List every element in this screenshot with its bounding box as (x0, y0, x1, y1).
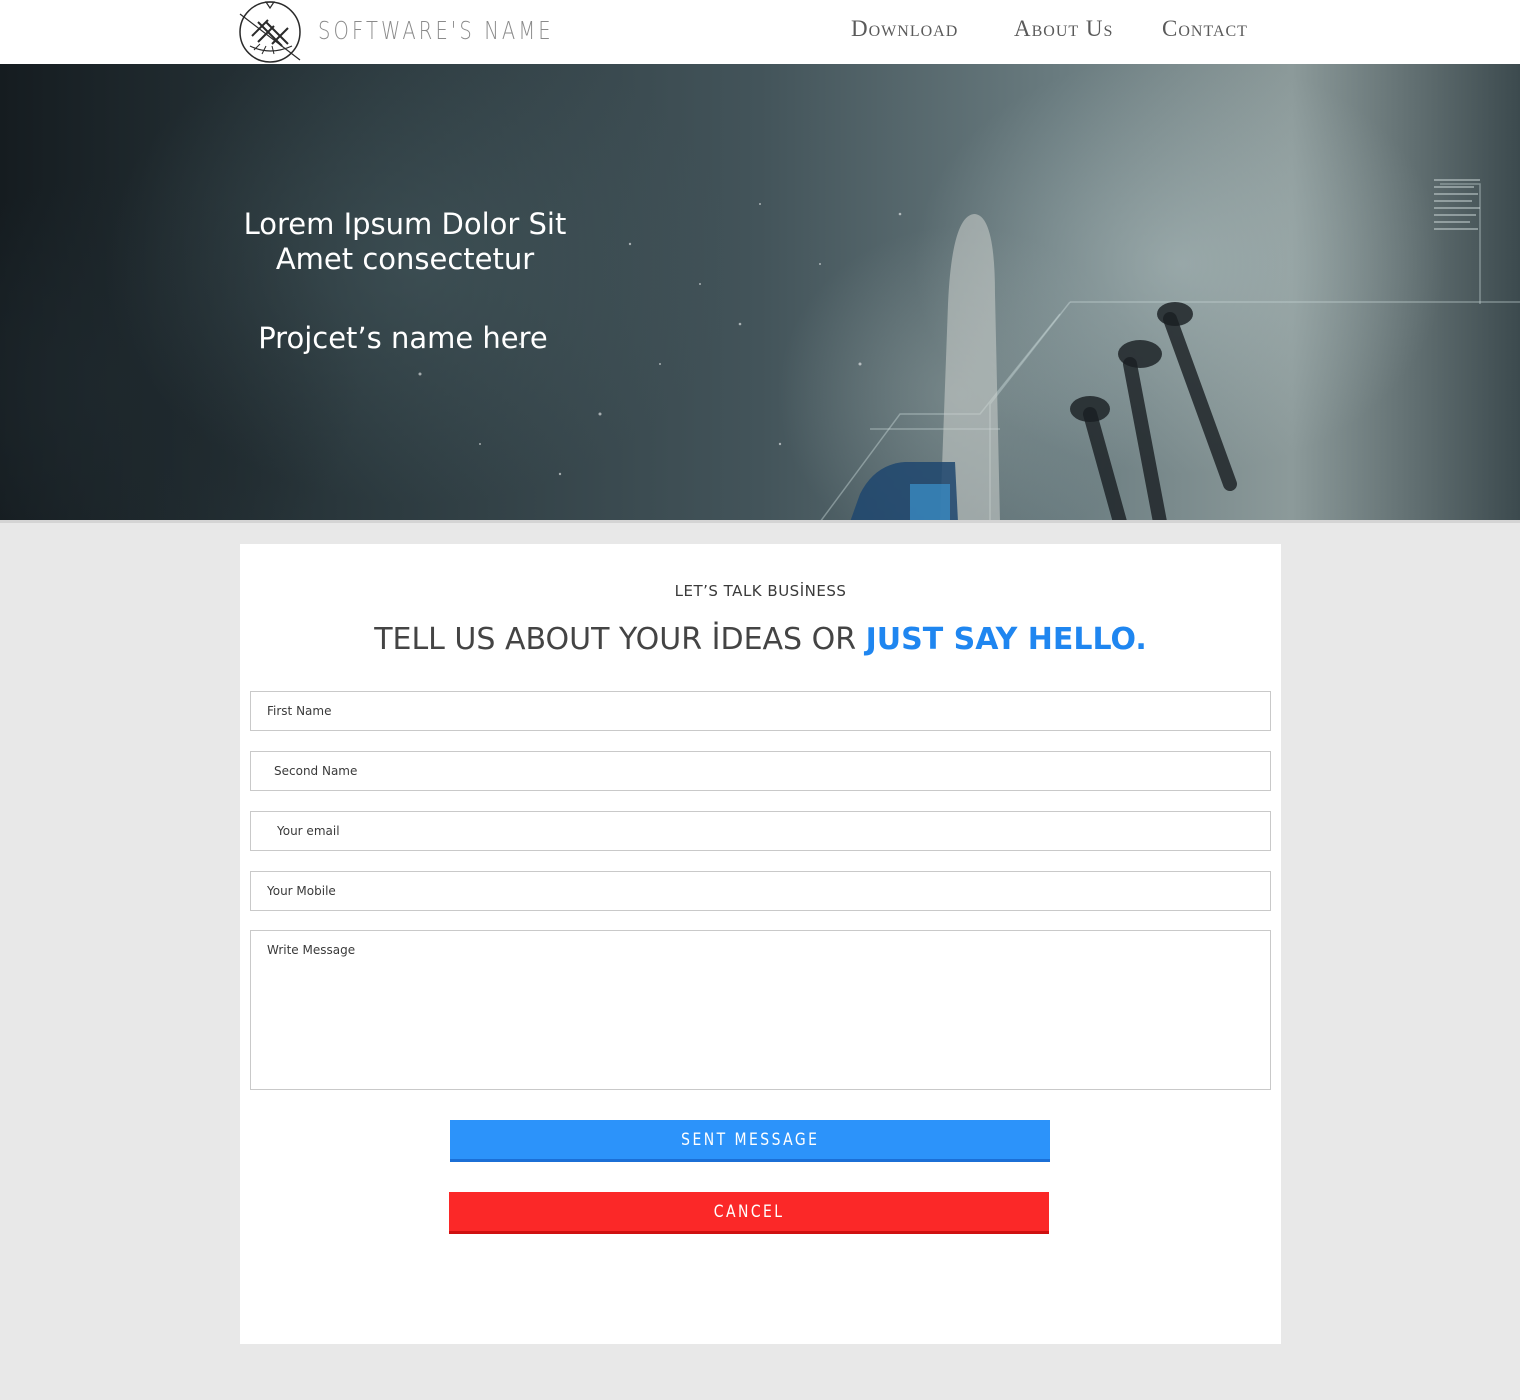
hero-title-line1: Lorem Ipsum Dolor Sit (243, 207, 567, 241)
nav-download[interactable]: Download (851, 16, 958, 48)
headline-prefix: Tell us about your İdeas or (374, 622, 866, 657)
site-header: Software's Name Download About Us Contac… (0, 0, 1520, 64)
first-name-field-wrapper (250, 691, 1271, 731)
section-eyebrow: Let’s talk busİness (674, 582, 847, 600)
first-name-input[interactable] (251, 692, 1270, 730)
hero-title-line2: Amet consectetur (275, 242, 535, 276)
nav-contact[interactable]: Contact (1162, 16, 1248, 48)
logo-icon[interactable] (238, 0, 306, 64)
hero-project-name: Projcet’s name here (258, 321, 548, 355)
brand-name[interactable]: Software's Name (318, 16, 554, 45)
section-headline: Tell us about your İdeas or just say hel… (240, 622, 1281, 657)
mobile-input[interactable] (251, 872, 1270, 910)
send-message-label: Sent Message (680, 1129, 820, 1150)
hero-divider (0, 520, 1520, 523)
mobile-field-wrapper (250, 871, 1271, 911)
hero-background-image (418, 179, 1520, 522)
message-field-wrapper (250, 930, 1271, 1090)
message-textarea[interactable] (251, 931, 1270, 1089)
contact-form-card: Let’s talk busİness Tell us about your İ… (240, 544, 1281, 1344)
second-name-input[interactable] (251, 752, 1270, 790)
headline-accent: just say hello. (865, 622, 1147, 657)
hero-banner: Lorem Ipsum Dolor Sit Amet consectetur P… (0, 64, 1520, 522)
send-message-button[interactable]: Sent Message (450, 1120, 1050, 1162)
second-name-field-wrapper (250, 751, 1271, 791)
hero-title: Lorem Ipsum Dolor Sit Amet consectetur (240, 207, 570, 277)
cancel-button[interactable]: Cancel (449, 1192, 1049, 1234)
email-input[interactable] (251, 812, 1270, 850)
cancel-label: Cancel (713, 1201, 785, 1222)
email-field-wrapper (250, 811, 1271, 851)
nav-about-us[interactable]: About Us (1014, 16, 1113, 48)
